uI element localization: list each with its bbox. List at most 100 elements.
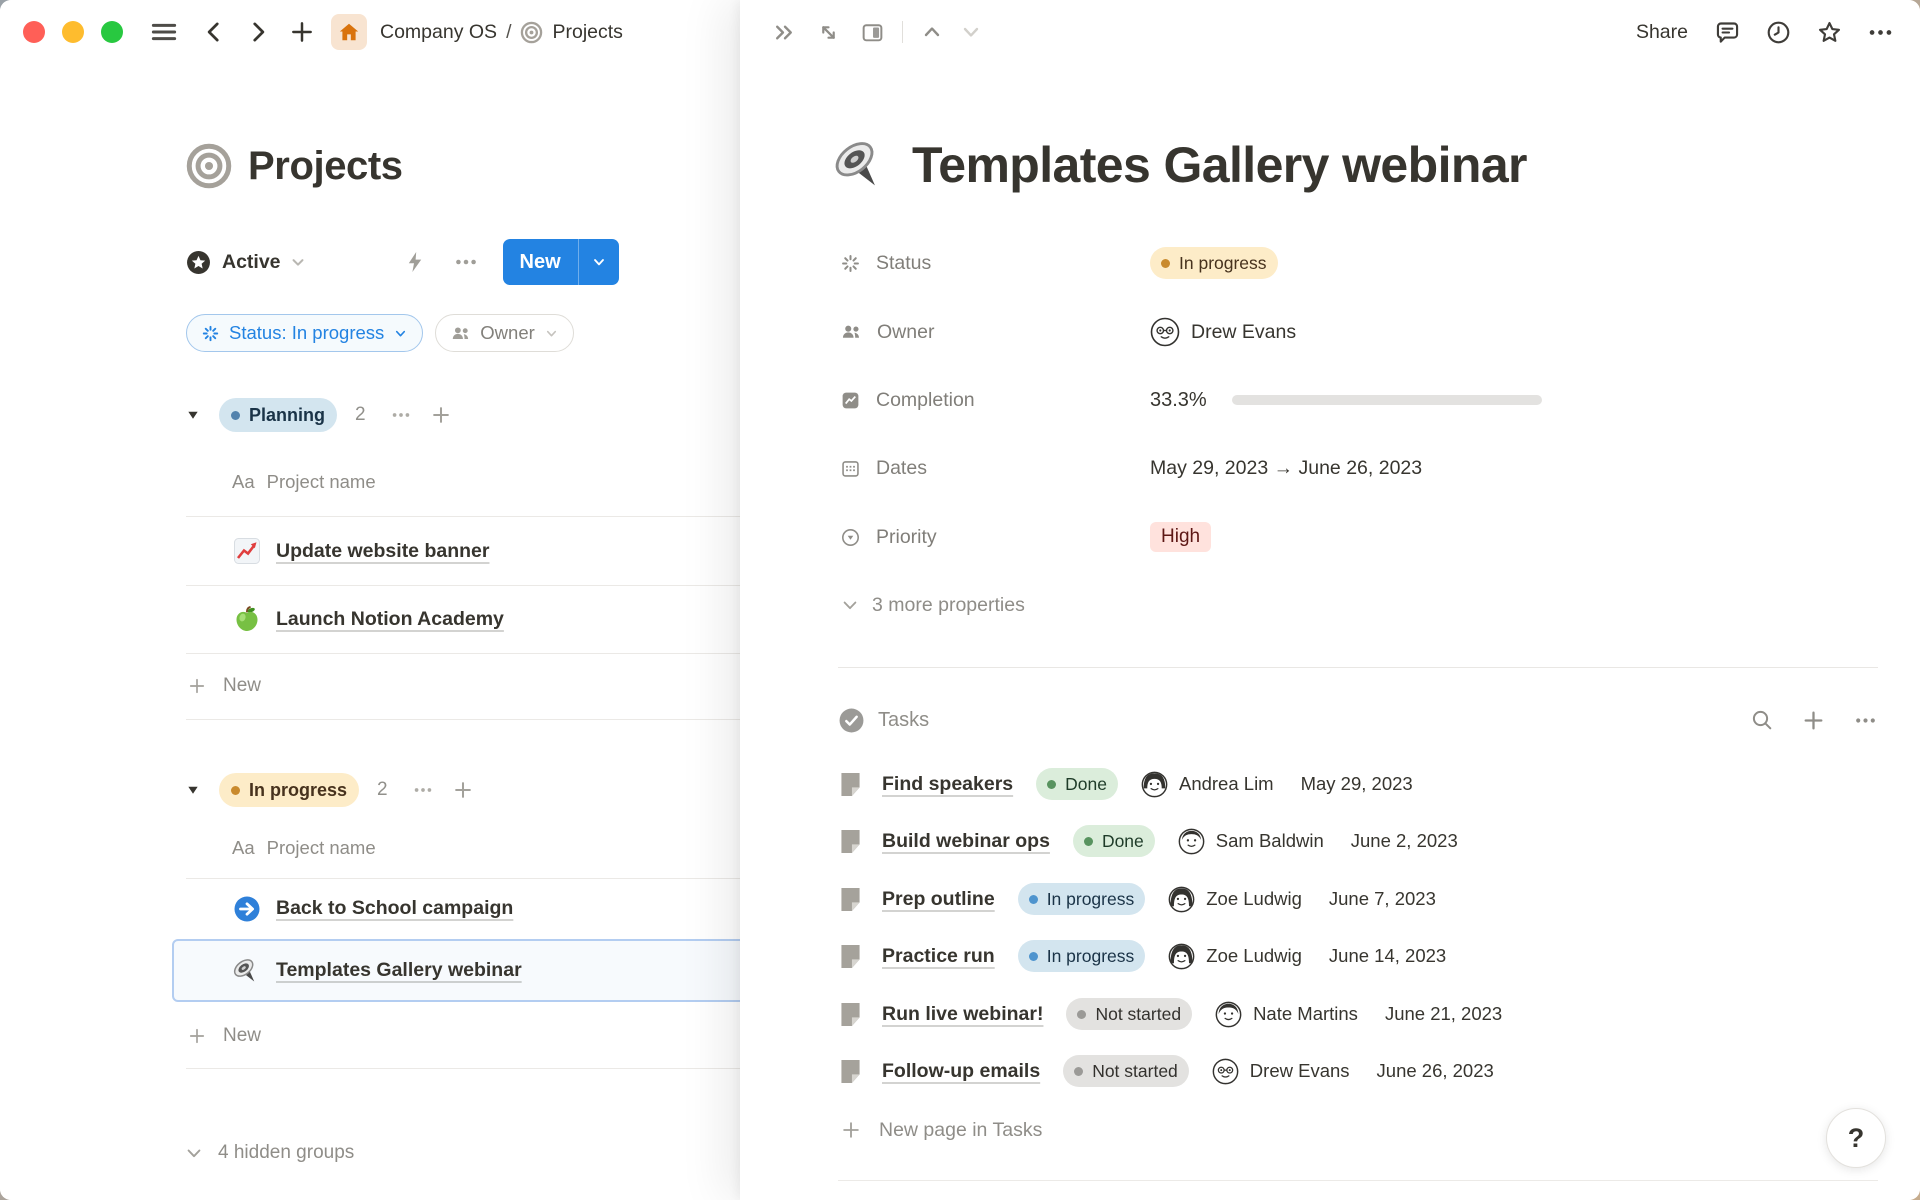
expand-page-icon[interactable] (816, 20, 841, 45)
back-icon[interactable] (201, 19, 227, 45)
owner-value[interactable]: Drew Evans (1191, 321, 1296, 344)
dates-value[interactable]: May 29, 2023 → June 26, 2023 (1150, 457, 1422, 480)
project-row[interactable]: Launch Notion Academy (186, 585, 742, 653)
new-tab-plus-icon[interactable] (289, 19, 315, 45)
page-title[interactable]: Projects (248, 144, 403, 189)
more-ellipsis-icon[interactable] (1867, 19, 1894, 46)
tasks-add-plus-icon[interactable] (1801, 708, 1826, 733)
new-page-in-tasks-row[interactable]: New page in Tasks (840, 1106, 1870, 1154)
task-title[interactable]: Follow-up emails (882, 1060, 1040, 1083)
chevron-down-icon[interactable] (289, 253, 307, 271)
column-name-label[interactable]: Project name (267, 837, 376, 859)
zoom-window-button[interactable] (101, 21, 123, 43)
task-status-chip: In progress (1018, 883, 1146, 915)
automations-lightning-icon[interactable] (403, 250, 427, 274)
property-row-completion[interactable]: Completion 33.3% (840, 378, 1880, 422)
avatar-andrea-lim (1141, 771, 1168, 798)
avatar-zoe-ludwig (1168, 943, 1195, 970)
group-chip-planning[interactable]: Planning (219, 398, 337, 432)
sidebar-toggle-icon[interactable] (149, 17, 179, 47)
task-title[interactable]: Build webinar ops (882, 830, 1050, 853)
previous-page-chevron-up-icon[interactable] (920, 20, 944, 44)
project-title[interactable]: Back to School campaign (276, 897, 513, 920)
task-row[interactable]: Run live webinar! Not started Nate Marti… (840, 990, 1870, 1038)
group-ellipsis-icon[interactable] (390, 404, 412, 426)
priority-chip-high[interactable]: High (1150, 522, 1211, 552)
task-person: Nate Martins (1253, 1003, 1358, 1025)
property-row-status[interactable]: Status In progress (840, 241, 1880, 285)
project-title[interactable]: Launch Notion Academy (276, 608, 504, 631)
task-row[interactable]: Build webinar ops Done Sam Baldwin June … (840, 817, 1870, 865)
property-row-dates[interactable]: Dates May 29, 2023 → June 26, 2023 (840, 446, 1880, 490)
peek-page-title[interactable]: Templates Gallery webinar (912, 136, 1527, 194)
close-peek-double-chevron-icon[interactable] (772, 20, 797, 45)
main-surface: Company OS / Projects Projects Active (0, 0, 740, 1200)
next-page-chevron-down-icon[interactable] (959, 20, 983, 44)
comments-icon[interactable] (1714, 19, 1741, 46)
loudspeaker-icon[interactable] (830, 136, 888, 194)
chevron-down-icon (544, 326, 559, 341)
task-row[interactable]: Practice run In progress Zoe Ludwig June… (840, 932, 1870, 980)
group-new-row[interactable]: New (187, 653, 742, 719)
task-title[interactable]: Run live webinar! (882, 1003, 1043, 1026)
group-ellipsis-icon[interactable] (412, 779, 434, 801)
group-add-plus-icon[interactable] (430, 404, 452, 426)
updates-clock-icon[interactable] (1765, 19, 1792, 46)
column-name-label[interactable]: Project name (267, 471, 376, 493)
close-window-button[interactable] (23, 21, 45, 43)
status-chip[interactable]: In progress (1150, 247, 1278, 279)
share-button[interactable]: Share (1636, 21, 1688, 44)
tasks-check-icon (838, 707, 865, 734)
plus-icon (187, 676, 207, 696)
group-collapse-triangle-icon[interactable] (186, 408, 200, 422)
new-project-button[interactable]: New (503, 239, 619, 285)
more-properties-row[interactable]: 3 more properties (840, 583, 1880, 627)
new-button-label[interactable]: New (503, 239, 578, 285)
tasks-ellipsis-icon[interactable] (1853, 708, 1878, 733)
tasks-search-icon[interactable] (1750, 708, 1774, 732)
property-row-owner[interactable]: Owner Drew Evans (840, 310, 1880, 354)
orange-dot (1161, 259, 1170, 268)
chart-icon (840, 390, 861, 411)
group-new-row[interactable]: New (187, 1004, 742, 1068)
project-row-selected[interactable]: Templates Gallery webinar (172, 939, 746, 1002)
view-options-ellipsis-icon[interactable] (453, 249, 479, 275)
group-collapse-triangle-icon[interactable] (186, 783, 200, 797)
completion-progress-bar (1232, 395, 1542, 405)
filter-chip-status[interactable]: Status: In progress (186, 314, 423, 352)
project-row[interactable]: Update website banner (186, 517, 742, 585)
task-title[interactable]: Prep outline (882, 888, 995, 911)
property-label: Priority (876, 526, 937, 549)
breadcrumb-page[interactable]: Projects (552, 21, 622, 44)
forward-icon[interactable] (245, 19, 271, 45)
task-row[interactable]: Find speakers Done Andrea Lim May 29, 20… (840, 760, 1870, 808)
new-button-dropdown[interactable] (579, 239, 619, 285)
task-row[interactable]: Prep outline In progress Zoe Ludwig June… (840, 875, 1870, 923)
task-title[interactable]: Practice run (882, 945, 995, 968)
view-tab-active[interactable]: Active (222, 251, 281, 274)
minimize-window-button[interactable] (62, 21, 84, 43)
task-row[interactable]: Follow-up emails Not started Drew Evans … (840, 1047, 1870, 1095)
help-button[interactable]: ? (1826, 1108, 1886, 1168)
group-add-plus-icon[interactable] (452, 779, 474, 801)
group-chip-in-progress[interactable]: In progress (219, 773, 359, 807)
favorite-star-icon[interactable] (1816, 19, 1843, 46)
filter-chip-owner[interactable]: Owner (435, 314, 574, 352)
project-row[interactable]: Back to School campaign (186, 878, 742, 939)
project-title[interactable]: Templates Gallery webinar (276, 959, 522, 982)
page-icon (840, 772, 861, 797)
tasks-title[interactable]: Tasks (878, 709, 929, 732)
breadcrumb-workspace[interactable]: Company OS (380, 21, 497, 44)
home-icon[interactable] (331, 14, 367, 50)
filter-owner-label: Owner (480, 322, 535, 344)
task-date: June 21, 2023 (1385, 1003, 1502, 1025)
task-title[interactable]: Find speakers (882, 773, 1013, 796)
project-title[interactable]: Update website banner (276, 540, 489, 563)
task-date: June 14, 2023 (1329, 945, 1446, 967)
hidden-groups-row[interactable]: 4 hidden groups (184, 1130, 354, 1176)
task-date: June 7, 2023 (1329, 888, 1436, 910)
target-icon[interactable] (186, 143, 232, 189)
column-header-row: Aa Project name (232, 460, 376, 504)
side-peek-icon[interactable] (860, 20, 885, 45)
property-row-priority[interactable]: Priority High (840, 515, 1880, 559)
